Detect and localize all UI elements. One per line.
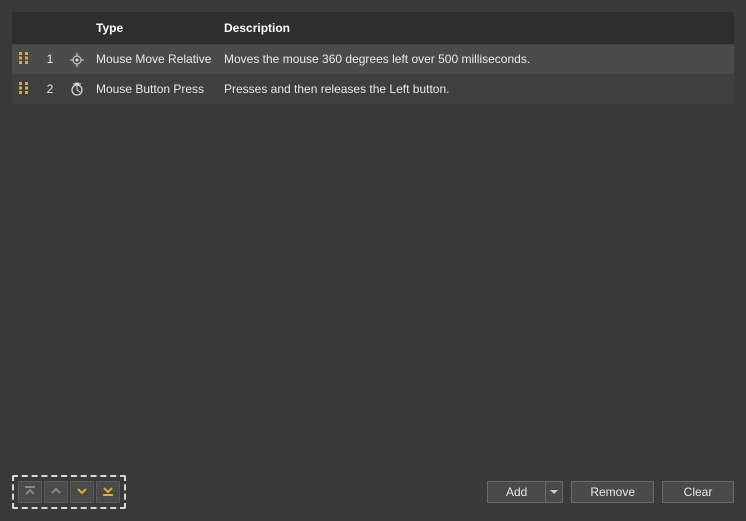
- row-type: Mouse Button Press: [90, 74, 218, 104]
- action-buttons: Add Remove Clear: [487, 481, 734, 503]
- header-description[interactable]: Description: [218, 12, 734, 44]
- header-type[interactable]: Type: [90, 12, 218, 44]
- move-up-button[interactable]: [44, 481, 68, 503]
- add-dropdown-button[interactable]: [545, 481, 563, 503]
- add-button[interactable]: Add: [487, 481, 545, 503]
- header-icon: [64, 12, 90, 44]
- table-row[interactable]: 2 Mouse Button Press Presses: [12, 74, 734, 104]
- row-number: 2: [36, 74, 64, 104]
- row-description: Presses and then releases the Left butto…: [218, 74, 734, 104]
- row-description: Moves the mouse 360 degrees left over 50…: [218, 44, 734, 74]
- header-number: [36, 12, 64, 44]
- drag-handle-icon[interactable]: [19, 82, 29, 94]
- chevron-bottom-icon: [101, 484, 115, 501]
- caret-down-icon: [550, 485, 558, 499]
- row-type: Mouse Move Relative: [90, 44, 218, 74]
- table-row[interactable]: 1 Mouse Move Relative Moves: [12, 44, 734, 74]
- reorder-button-group: [12, 475, 126, 509]
- chevron-up-icon: [49, 484, 63, 501]
- table-header-row: Type Description: [12, 12, 734, 44]
- move-to-top-button[interactable]: [18, 481, 42, 503]
- row-number: 1: [36, 44, 64, 74]
- chevron-down-icon: [75, 484, 89, 501]
- chevron-top-icon: [23, 484, 37, 501]
- header-drag: [12, 12, 36, 44]
- add-split-button: Add: [487, 481, 563, 503]
- bottom-toolbar: Add Remove Clear: [12, 475, 734, 509]
- drag-handle-icon[interactable]: [19, 52, 29, 64]
- move-down-button[interactable]: [70, 481, 94, 503]
- move-to-bottom-button[interactable]: [96, 481, 120, 503]
- actions-table: Type Description: [12, 12, 734, 104]
- clear-button[interactable]: Clear: [662, 481, 734, 503]
- remove-button[interactable]: Remove: [571, 481, 654, 503]
- mouse-button-icon: [70, 82, 84, 96]
- mouse-move-icon: [70, 52, 84, 66]
